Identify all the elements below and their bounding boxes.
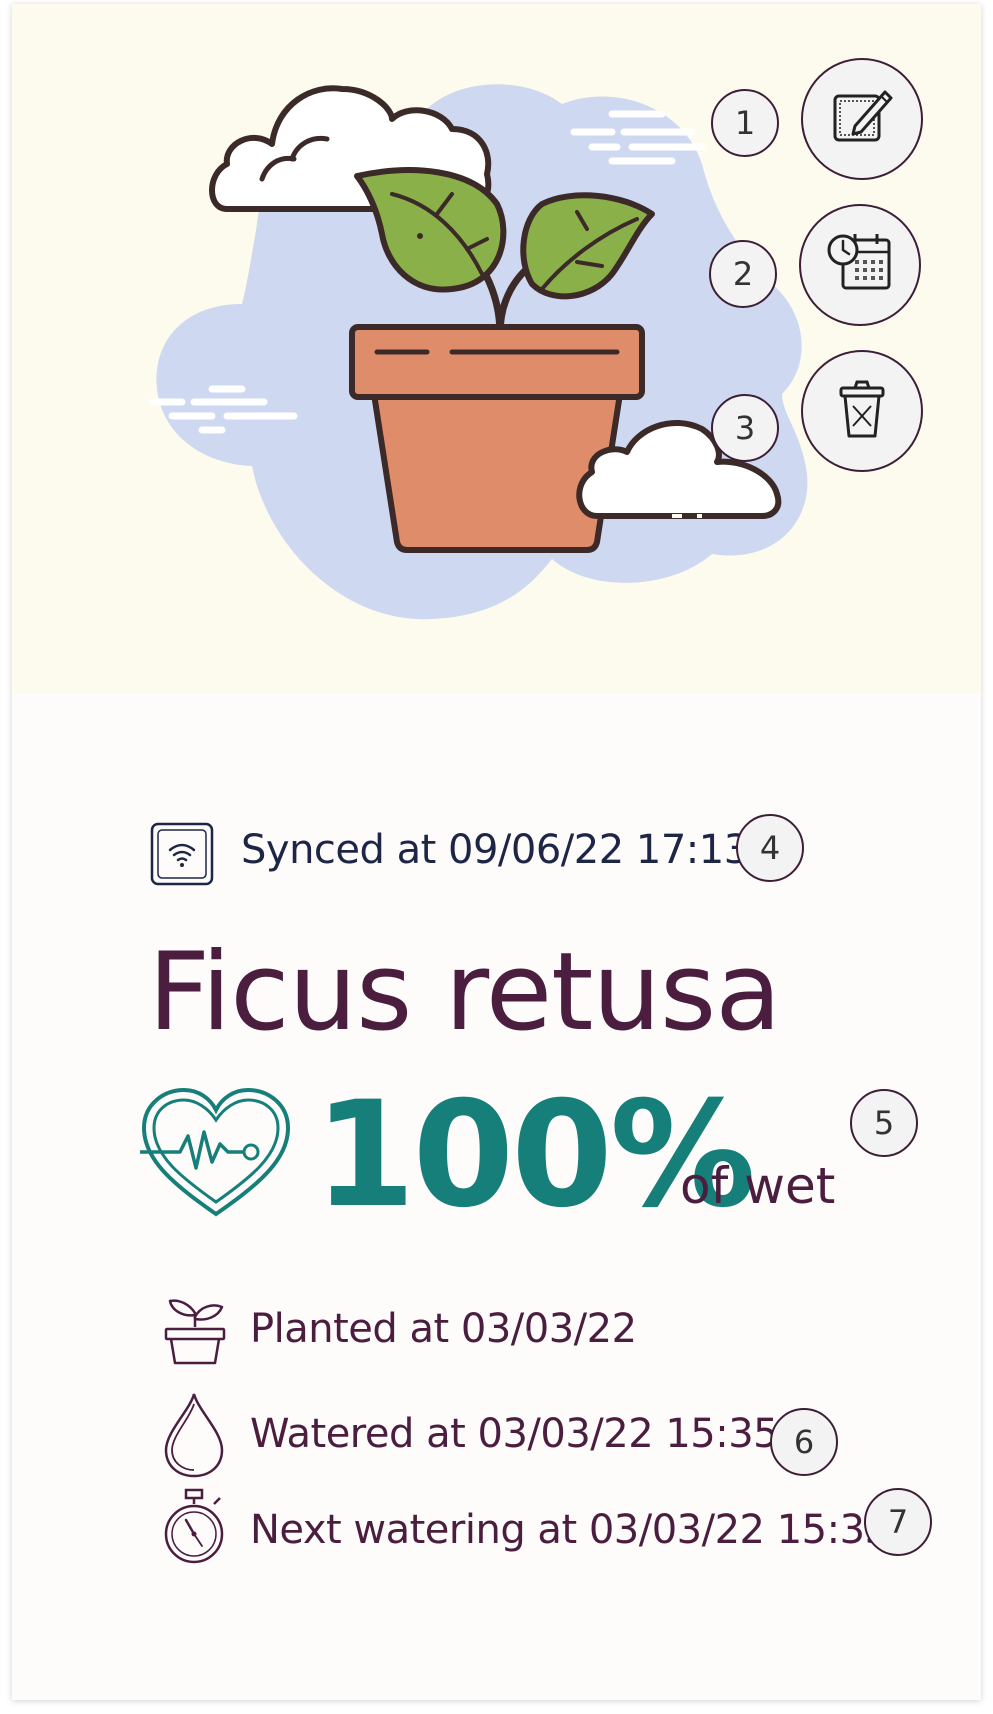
watered-date-text: Watered at 03/03/22 15:35: [250, 1411, 779, 1457]
stopwatch-icon: [160, 1488, 228, 1569]
action-number-1-label: 1: [734, 104, 756, 142]
schedule-calendar-icon: [825, 228, 895, 303]
plant-pot-icon: [162, 1287, 228, 1372]
sync-badge: 4: [736, 814, 804, 882]
action-number-1: 1: [711, 89, 779, 157]
wifi-device-icon: [150, 822, 214, 891]
humidity-badge: 5: [850, 1089, 918, 1157]
sync-badge-label: 4: [759, 829, 781, 867]
action-number-2-label: 2: [732, 255, 754, 293]
water-drop-icon: [160, 1390, 228, 1483]
humidity-badge-label: 5: [873, 1104, 895, 1142]
trash-icon: [827, 374, 897, 449]
watered-badge-label: 6: [793, 1423, 815, 1461]
edit-icon: [827, 82, 897, 157]
planted-date-text: Planted at 03/03/22: [250, 1306, 637, 1352]
action-number-2: 2: [709, 240, 777, 308]
edit-button[interactable]: [801, 58, 923, 180]
watered-badge: 6: [770, 1408, 838, 1476]
plant-detail-card: 1 2 3 Synced at 09/06/22 17:13 4 Ficus r…: [12, 4, 981, 1700]
heart-pulse-icon: [136, 1086, 296, 1226]
delete-button[interactable]: [801, 350, 923, 472]
hero-illustration-area: 1 2 3: [12, 4, 981, 694]
plant-name: Ficus retusa: [148, 930, 781, 1055]
sync-status-text: Synced at 09/06/22 17:13: [241, 827, 749, 873]
schedule-button[interactable]: [799, 204, 921, 326]
humidity-unit: of wet: [680, 1157, 836, 1215]
action-number-3-label: 3: [734, 409, 756, 447]
action-number-3: 3: [711, 394, 779, 462]
next-watering-badge-label: 7: [887, 1503, 909, 1541]
next-watering-badge: 7: [864, 1488, 932, 1556]
next-watering-text: Next watering at 03/03/22 15:35: [250, 1507, 890, 1553]
